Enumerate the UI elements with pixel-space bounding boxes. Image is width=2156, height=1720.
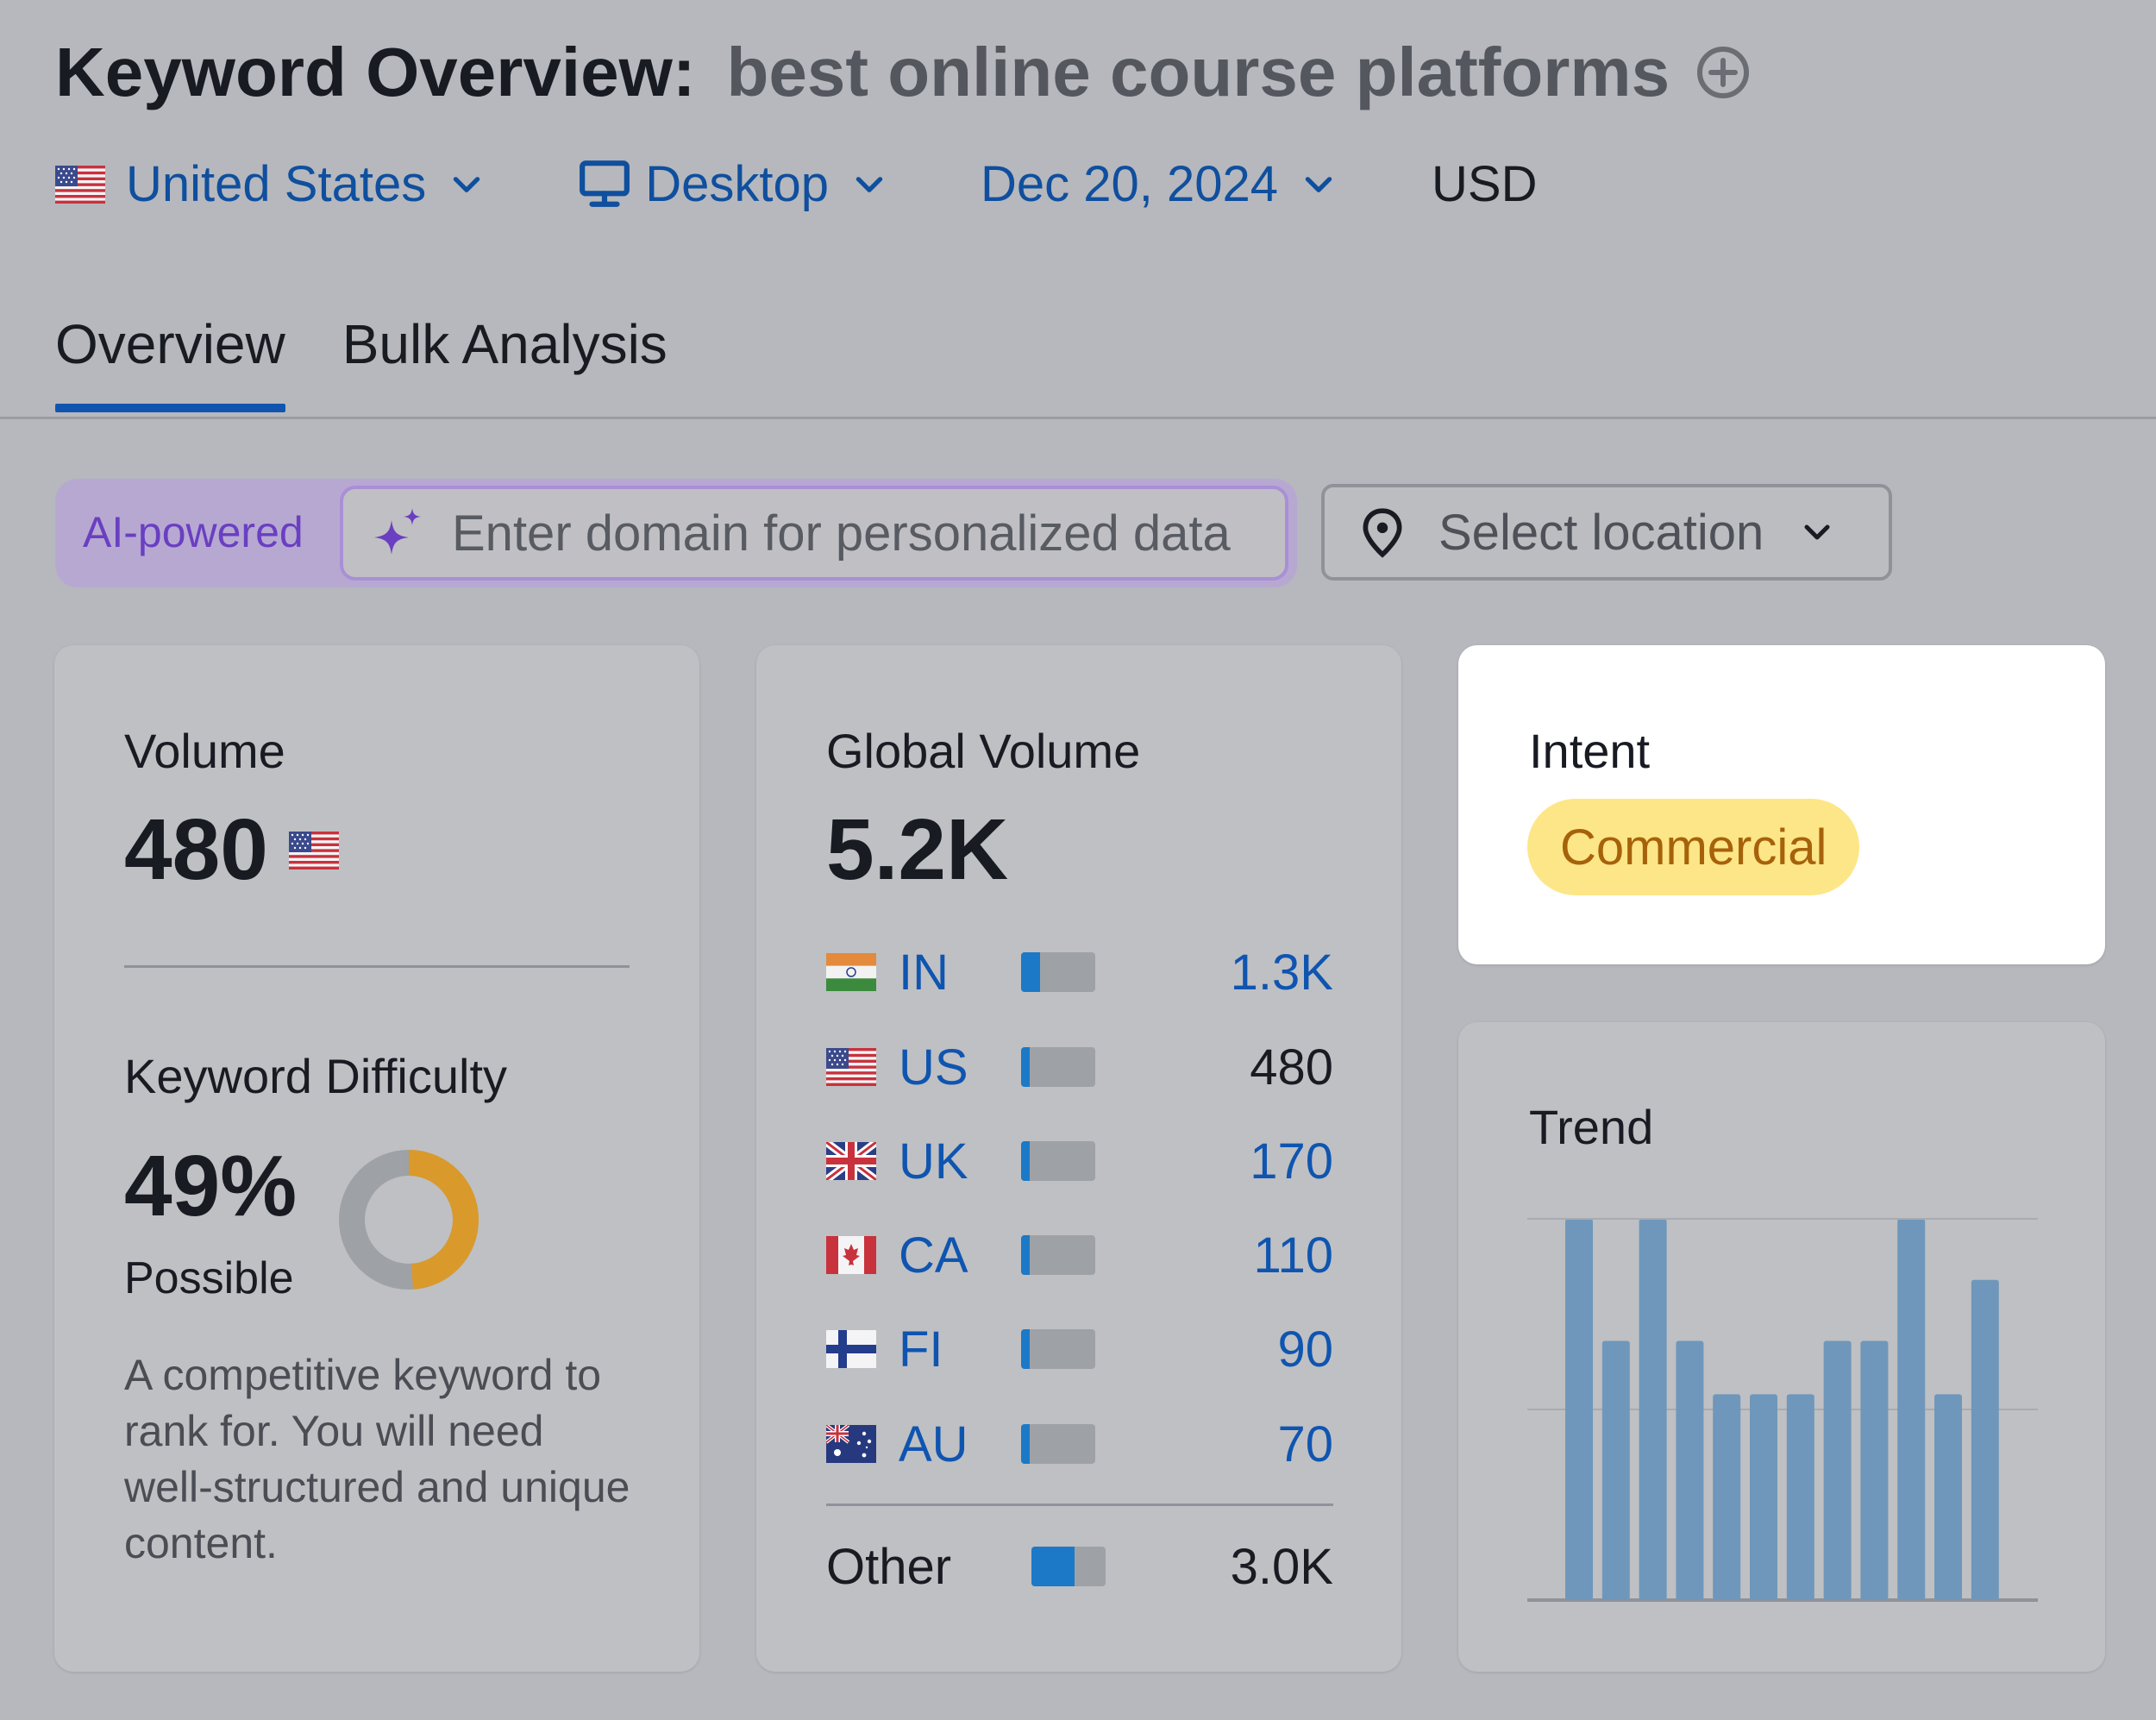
global-volume-value: 5.2K [826,801,1009,898]
date-label: Dec 20, 2024 [980,156,1279,212]
volume-divider [124,965,630,968]
trend-bar[interactable] [1713,1394,1741,1600]
location-pin-icon [1363,508,1402,558]
uk-flag-icon [826,1142,876,1180]
country-code: CA [899,1227,968,1284]
intent-badge: Commercial [1527,799,1860,895]
country-dropdown[interactable]: United States [55,155,485,213]
domain-search-field[interactable] [340,486,1288,581]
share-fill [1021,1047,1031,1087]
difficulty-donut-chart [339,1150,479,1290]
trend-bar[interactable] [1786,1394,1814,1600]
chevron-down-icon [856,176,883,192]
trend-bar[interactable] [1601,1340,1630,1600]
chevron-down-icon [453,176,480,192]
tab-divider [0,417,2156,419]
share-fill [1031,1547,1075,1586]
device-dropdown[interactable]: Desktop [578,155,887,213]
volume-value: 480 [124,801,268,898]
keyword-title: best online course platforms [726,34,1670,110]
country-volume[interactable]: 70 [1277,1416,1333,1473]
device-label: Desktop [645,156,829,212]
other-volume: 3.0K [1230,1538,1333,1595]
sparkle-icon [374,508,421,555]
country-code: IN [899,944,949,1001]
australia-flag-icon [826,1425,876,1463]
trend-bar[interactable] [1676,1340,1704,1600]
other-share-bar [1031,1547,1106,1586]
page-header: Keyword Overview: best online course pla… [55,33,1751,112]
location-placeholder: Select location [1438,504,1764,561]
trend-bar-chart [1527,1218,2038,1602]
country-code: UK [899,1133,968,1190]
chevron-down-icon [1305,176,1332,192]
country-share-bar [1021,952,1095,992]
country-volume: 480 [1250,1039,1333,1095]
trend-bar[interactable] [1639,1219,1667,1600]
keyword-difficulty-label: Keyword Difficulty [124,1049,508,1103]
country-share-bar [1021,1329,1095,1369]
keyword-difficulty-value: 49% [124,1138,298,1234]
other-label: Other [826,1538,952,1595]
country-volume[interactable]: 110 [1254,1227,1333,1284]
country-label: United States [126,156,427,212]
share-fill [1021,1141,1031,1181]
trend-bar[interactable] [1860,1340,1889,1600]
country-share-bar [1021,1235,1095,1275]
trend-bar[interactable] [1897,1219,1926,1600]
trend-bar[interactable] [1823,1340,1852,1600]
chevron-down-icon [1804,524,1830,540]
country-volume[interactable]: 170 [1250,1133,1333,1190]
intent-label: Intent [1529,724,1651,778]
keyword-difficulty-description: A competitive keyword to rank for. You w… [124,1351,630,1567]
tab-bulk-analysis[interactable]: Bulk Analysis [342,312,667,411]
country-volume[interactable]: 1.3K [1231,944,1333,1001]
share-fill [1021,1235,1031,1275]
volume-label: Volume [124,724,285,778]
country-code: FI [899,1321,943,1378]
country-row-us: US 480 [826,1037,1333,1097]
global-volume-label: Global Volume [826,724,1141,778]
trend-bar[interactable] [1934,1394,1962,1600]
india-flag-icon [826,953,876,991]
country-code: US [899,1039,968,1095]
currency-label: USD [1432,156,1538,212]
country-share-bar [1021,1047,1095,1087]
country-share-bar [1021,1424,1095,1464]
country-row-in[interactable]: IN 1.3K [826,942,1333,1002]
domain-input[interactable] [452,504,1280,562]
date-dropdown[interactable]: Dec 20, 2024 [981,155,1337,213]
keyword-difficulty-level: Possible [124,1253,294,1303]
country-row-au[interactable]: AU 70 [826,1414,1333,1474]
plus-circle-icon[interactable] [1695,45,1751,100]
ai-powered-badge: AI-powered [83,508,304,556]
us-flag-icon [55,166,105,204]
country-row-other: Other 3.0K [826,1536,1333,1597]
share-fill [1021,952,1040,992]
share-fill [1021,1329,1031,1369]
share-fill [1021,1424,1031,1464]
desktop-icon [580,160,630,207]
trend-bar[interactable] [1750,1394,1777,1600]
country-share-bar [1021,1141,1095,1181]
global-volume-divider [826,1503,1333,1506]
filter-bar: United States Desktop Dec 20, 2024 USD [55,155,1537,213]
finland-flag-icon [826,1330,876,1368]
tab-bar: Overview Bulk Analysis [55,312,724,412]
location-select[interactable]: Select location [1321,484,1892,581]
page-title: Keyword Overview: [55,34,696,110]
volume-value-row: 480 [124,800,339,900]
trend-label: Trend [1529,1100,1654,1154]
country-code: AU [899,1416,968,1472]
country-row-fi[interactable]: FI 90 [826,1319,1333,1379]
us-flag-icon [289,832,339,869]
country-row-ca[interactable]: CA 110 [826,1225,1333,1285]
tab-overview[interactable]: Overview [55,312,285,412]
trend-bar[interactable] [1565,1219,1593,1600]
country-row-uk[interactable]: UK 170 [826,1131,1333,1191]
canada-flag-icon [826,1236,876,1274]
country-volume[interactable]: 90 [1277,1321,1333,1378]
us-flag-icon [826,1048,876,1086]
trend-bar[interactable] [1971,1279,1999,1600]
